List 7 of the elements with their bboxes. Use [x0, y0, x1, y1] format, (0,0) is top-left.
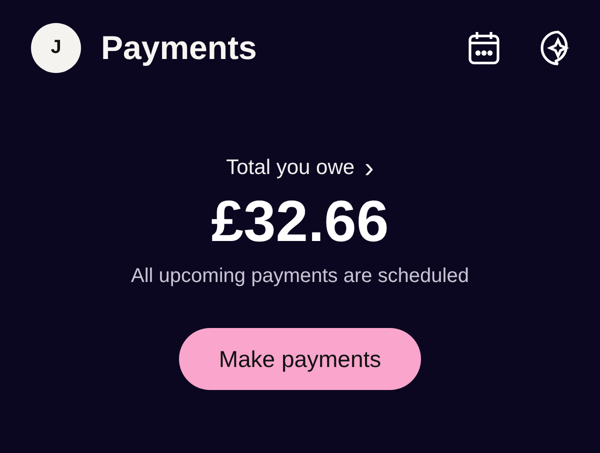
schedule-note: All upcoming payments are scheduled	[131, 265, 469, 288]
page-title: Payments	[101, 29, 258, 67]
total-owed-link[interactable]: Total you owe ›	[226, 154, 374, 182]
make-payments-button[interactable]: Make payments	[179, 328, 421, 390]
amount-owed: £32.66	[211, 188, 389, 255]
calendar-icon[interactable]	[466, 30, 502, 66]
avatar[interactable]: J	[31, 23, 81, 73]
